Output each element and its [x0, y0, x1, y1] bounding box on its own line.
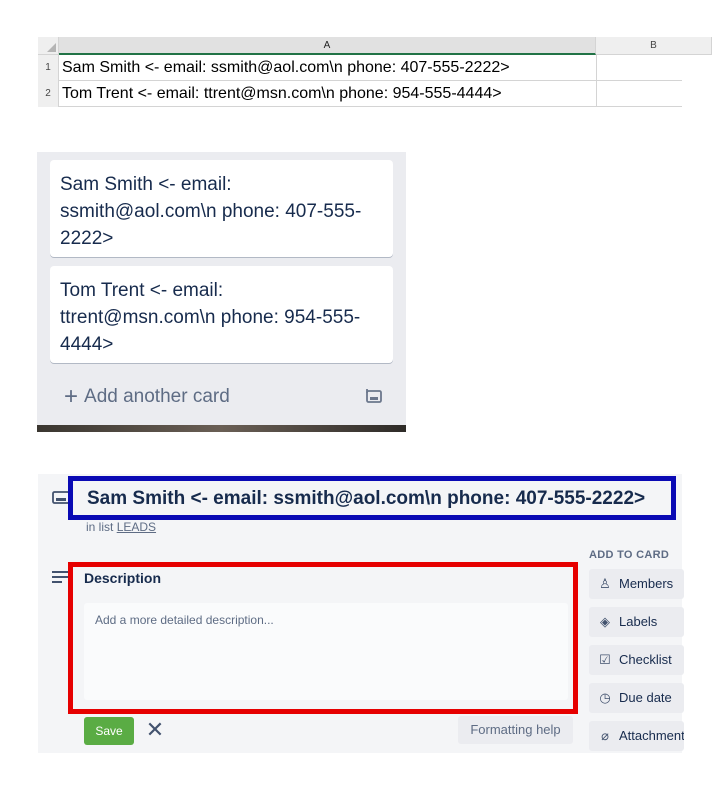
in-list-prefix: in list — [86, 520, 117, 534]
card-text: Sam Smith <- email: ssmith@aol.com\n pho… — [60, 174, 362, 249]
clock-icon: ◷ — [599, 690, 611, 705]
title-highlight-box: Sam Smith <- email: ssmith@aol.com\n pho… — [68, 476, 676, 520]
labels-button[interactable]: ◈ Labels — [589, 607, 684, 637]
cell-a2[interactable]: Tom Trent <- email: ttrent@msn.com\n pho… — [62, 81, 502, 107]
plus-icon: + — [64, 383, 79, 410]
card-text: Tom Trent <- email: ttrent@msn.com\n pho… — [60, 280, 361, 355]
description-icon — [52, 571, 68, 583]
members-label: Members — [619, 576, 674, 591]
close-icon[interactable]: ✕ — [144, 719, 166, 741]
save-button[interactable]: Save — [84, 717, 134, 745]
person-icon: ♙ — [599, 576, 611, 591]
cell-a1[interactable]: Sam Smith <- email: ssmith@aol.com\n pho… — [62, 55, 510, 81]
description-textarea[interactable]: Add a more detailed description... — [84, 603, 568, 700]
labels-label: Labels — [619, 614, 658, 629]
checklist-label: Checklist — [619, 652, 672, 667]
add-card-button[interactable]: + Add another card — [64, 382, 230, 412]
list-link[interactable]: LEADS — [117, 520, 156, 534]
tag-icon: ◈ — [600, 614, 610, 629]
list-card[interactable]: Tom Trent <- email: ttrent@msn.com\n pho… — [50, 266, 393, 363]
table-row: 2 Tom Trent <- email: ttrent@msn.com\n p… — [38, 81, 682, 107]
list-breadcrumb: in list LEADS — [86, 520, 156, 534]
select-all-corner[interactable] — [38, 37, 59, 55]
list-card[interactable]: Sam Smith <- email: ssmith@aol.com\n pho… — [50, 160, 393, 257]
column-header-a[interactable]: A — [59, 37, 596, 55]
board-background — [37, 425, 406, 432]
due-date-button[interactable]: ◷ Due date — [589, 683, 684, 713]
attachment-label: Attachment — [619, 728, 684, 743]
cell-b1[interactable] — [596, 55, 712, 81]
description-heading: Description — [84, 570, 162, 586]
add-to-card-heading: ADD TO CARD — [589, 549, 670, 561]
cell-b2[interactable] — [596, 81, 712, 107]
attachment-button[interactable]: ⌀ Attachment — [589, 721, 684, 751]
card-template-icon[interactable] — [365, 388, 383, 406]
column-header-b[interactable]: B — [596, 37, 712, 55]
checklist-button[interactable]: ☑ Checklist — [589, 645, 684, 675]
due-date-label: Due date — [619, 690, 672, 705]
add-card-label: Add another card — [84, 386, 230, 407]
table-row: 1 Sam Smith <- email: ssmith@aol.com\n p… — [38, 55, 682, 81]
paperclip-icon: ⌀ — [601, 728, 609, 743]
card-title[interactable]: Sam Smith <- email: ssmith@aol.com\n pho… — [87, 488, 645, 510]
spreadsheet: A B 1 Sam Smith <- email: ssmith@aol.com… — [38, 37, 712, 110]
description-placeholder: Add a more detailed description... — [95, 613, 274, 627]
row-header[interactable]: 2 — [38, 81, 59, 107]
card-detail-window: Sam Smith <- email: ssmith@aol.com\n pho… — [38, 474, 684, 753]
row-header[interactable]: 1 — [38, 55, 59, 81]
checklist-icon: ☑ — [599, 652, 611, 667]
formatting-help-button[interactable]: Formatting help — [458, 716, 573, 744]
members-button[interactable]: ♙ Members — [589, 569, 684, 599]
trello-list: Sam Smith <- email: ssmith@aol.com\n pho… — [37, 152, 406, 432]
